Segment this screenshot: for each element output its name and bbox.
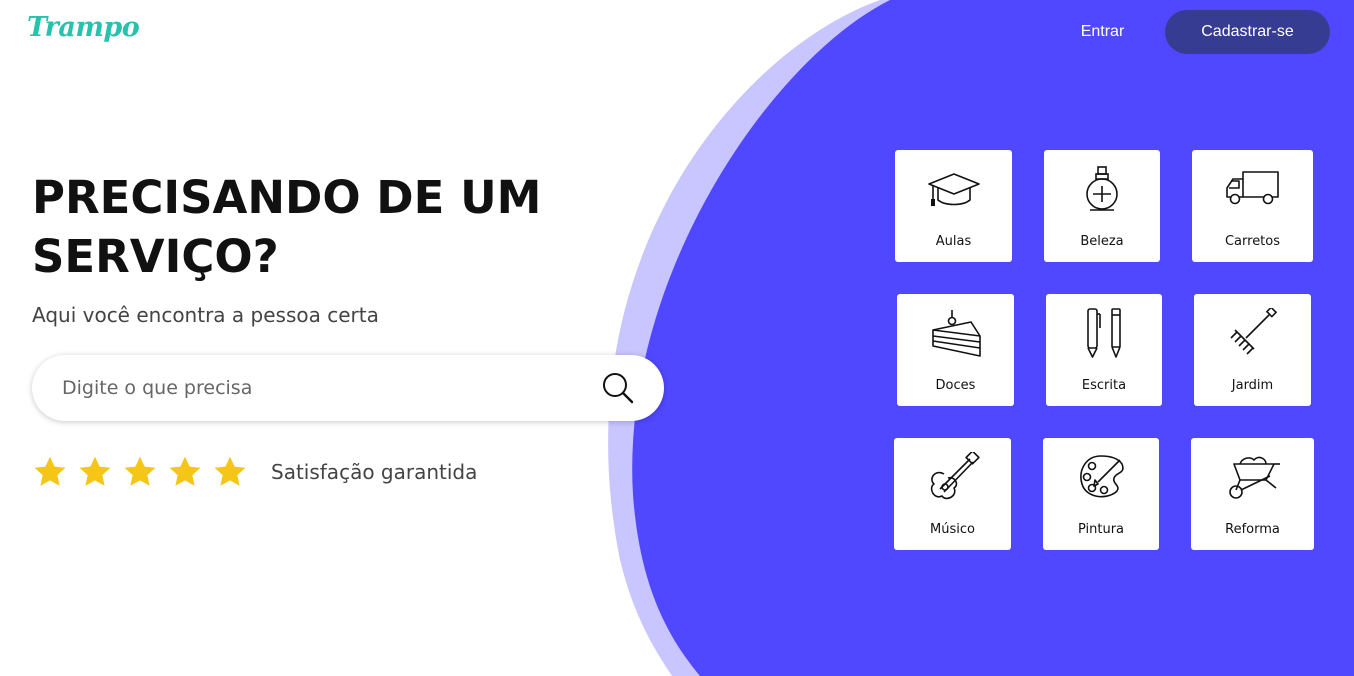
star-icon (79, 456, 111, 486)
signup-button[interactable]: Cadastrar-se (1165, 10, 1330, 54)
category-card-reforma[interactable]: Reforma (1191, 438, 1314, 550)
search-bar (32, 355, 664, 421)
category-card-doces[interactable]: Doces (897, 294, 1014, 406)
category-card-beleza[interactable]: Beleza (1044, 150, 1160, 262)
rating-label: Satisfação garantida (271, 460, 478, 484)
category-label: Pintura (1077, 522, 1125, 537)
truck-icon (1225, 171, 1279, 205)
star-rating (32, 454, 257, 490)
palette-icon (1080, 455, 1124, 498)
category-card-pintura[interactable]: Pintura (1043, 438, 1159, 550)
category-label: Aulas (935, 234, 972, 249)
graduation-cap-icon (927, 173, 980, 206)
guitar-icon (930, 452, 980, 500)
star-icon (169, 456, 201, 486)
pen-pencil-icon (1087, 308, 1121, 358)
category-label: Carretos (1224, 234, 1281, 249)
category-label: Reforma (1225, 522, 1280, 537)
category-label: Doces (935, 378, 976, 393)
category-label: Beleza (1080, 234, 1124, 249)
star-icon (214, 456, 246, 486)
category-label: Músico (930, 522, 975, 537)
category-label: Escrita (1081, 378, 1127, 393)
category-label: Jardim (1231, 378, 1274, 393)
login-button[interactable]: Entrar (1060, 12, 1145, 52)
star-icon (124, 456, 156, 486)
wheelbarrow-icon (1228, 456, 1280, 499)
rake-icon (1229, 308, 1277, 355)
category-card-aulas[interactable]: Aulas (895, 150, 1012, 262)
search-icon[interactable] (598, 368, 638, 408)
category-card-musico[interactable]: Músico (894, 438, 1011, 550)
rating: Satisfação garantida (32, 452, 477, 492)
category-card-escrita[interactable]: Escrita (1046, 294, 1162, 406)
search-input[interactable] (62, 367, 602, 409)
cake-icon (931, 310, 981, 357)
star-icon (34, 456, 66, 486)
hero-title: PRECISANDO DE UM SERVIÇO? (32, 171, 542, 283)
category-card-carretos[interactable]: Carretos (1192, 150, 1313, 262)
logo[interactable]: Trampo (27, 12, 140, 43)
category-card-jardim[interactable]: Jardim (1194, 294, 1311, 406)
perfume-icon (1086, 166, 1118, 211)
hero-subtitle: Aqui você encontra a pessoa certa (32, 303, 379, 327)
